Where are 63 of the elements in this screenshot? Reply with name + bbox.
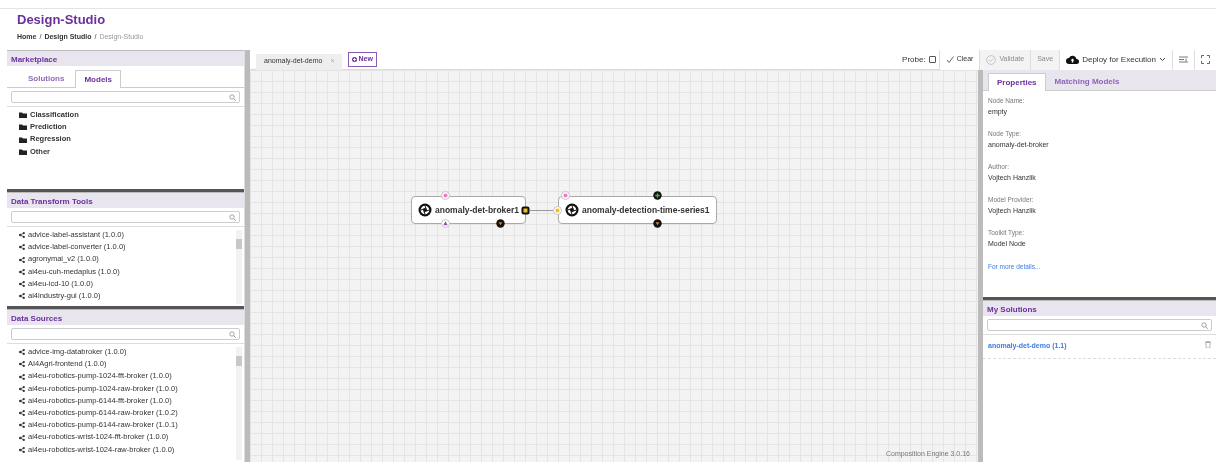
share-icon bbox=[19, 385, 25, 392]
diagram-node[interactable]: anomaly-det-broker1 bbox=[411, 196, 527, 224]
probe-checkbox[interactable] bbox=[928, 56, 936, 63]
input-port-icon[interactable] bbox=[553, 205, 562, 215]
panel-header: Marketplace bbox=[7, 50, 244, 66]
request-port-icon[interactable] bbox=[561, 191, 570, 200]
node-label: anomaly-det-broker1 bbox=[435, 203, 520, 217]
share-icon bbox=[19, 422, 25, 429]
search-icon bbox=[1201, 321, 1208, 329]
scrollbar[interactable] bbox=[236, 347, 242, 460]
cloud-upload-icon bbox=[1066, 55, 1080, 64]
scrollbar-thumb[interactable] bbox=[236, 239, 242, 249]
panel-header: Data Transform Tools bbox=[7, 192, 244, 208]
aperture-icon bbox=[418, 203, 432, 217]
share-icon bbox=[19, 244, 25, 251]
check-circle-icon bbox=[986, 54, 997, 65]
splitter[interactable] bbox=[245, 50, 250, 462]
search-field[interactable] bbox=[987, 319, 1212, 331]
search-field[interactable] bbox=[11, 211, 240, 223]
share-icon bbox=[19, 410, 25, 417]
panel-header: My Solutions bbox=[983, 300, 1216, 316]
check-icon bbox=[945, 56, 954, 63]
node-label: anomaly-detection-time-series1 bbox=[582, 203, 710, 217]
expand-port-icon[interactable] bbox=[653, 219, 663, 228]
share-icon bbox=[19, 232, 25, 239]
align-icon bbox=[1179, 56, 1188, 63]
probe-label: Probe: bbox=[902, 53, 926, 66]
share-icon bbox=[19, 293, 25, 300]
search-icon bbox=[229, 213, 236, 221]
chevron-down-icon bbox=[1159, 57, 1166, 62]
aperture-icon bbox=[565, 203, 579, 217]
deploy-button[interactable]: Deploy for Execution bbox=[1059, 49, 1172, 70]
share-icon bbox=[19, 268, 25, 275]
diagram-node[interactable]: anomaly-detection-time-series1 bbox=[558, 196, 717, 224]
panel-tab[interactable]: Models bbox=[75, 70, 121, 88]
share-icon bbox=[19, 361, 25, 368]
share-icon bbox=[19, 256, 25, 263]
search-field[interactable] bbox=[11, 91, 240, 103]
search-icon bbox=[229, 93, 236, 101]
share-icon bbox=[19, 280, 25, 287]
panel-tab[interactable]: Properties bbox=[988, 73, 1046, 91]
panel-header: Data Sources bbox=[7, 309, 244, 325]
share-icon bbox=[19, 434, 25, 441]
share-icon bbox=[19, 373, 25, 380]
splitter[interactable] bbox=[978, 70, 983, 462]
trash-icon bbox=[1205, 341, 1211, 348]
share-icon bbox=[19, 397, 25, 404]
share-icon bbox=[19, 349, 25, 356]
search-icon bbox=[229, 330, 236, 338]
response-port-icon[interactable] bbox=[441, 219, 450, 228]
output-port-icon[interactable] bbox=[521, 205, 530, 215]
page-title: Design-Studio bbox=[17, 12, 107, 28]
add-port-icon[interactable] bbox=[653, 191, 663, 200]
panel-tab[interactable]: Matching Models bbox=[1045, 73, 1129, 90]
search-field[interactable] bbox=[11, 328, 240, 340]
plus-circle-icon bbox=[352, 57, 358, 62]
expand-port-icon[interactable] bbox=[496, 219, 505, 228]
fullscreen-icon bbox=[1201, 55, 1210, 64]
scrollbar-thumb[interactable] bbox=[236, 356, 242, 366]
share-icon bbox=[19, 446, 25, 453]
panel-tab[interactable]: Solutions bbox=[19, 70, 74, 87]
fullscreen-button[interactable] bbox=[1194, 49, 1216, 70]
request-port-icon[interactable] bbox=[441, 191, 450, 200]
